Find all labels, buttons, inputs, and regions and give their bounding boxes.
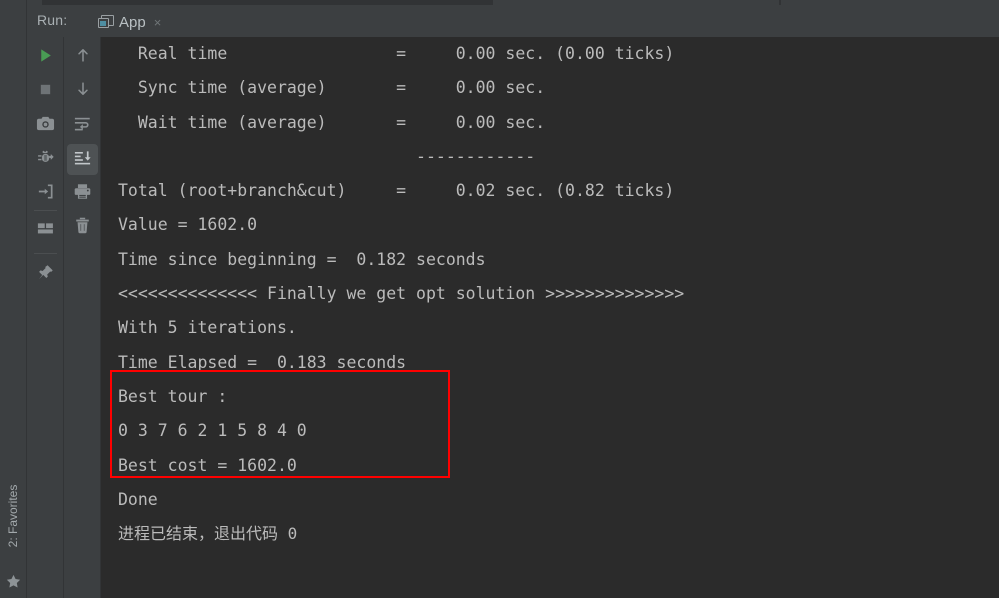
console-line: ------------ [118, 146, 536, 166]
import-button[interactable] [30, 178, 61, 209]
soft-wrap-button[interactable] [67, 110, 98, 141]
camera-icon [36, 114, 55, 138]
scroll-to-end-button[interactable] [67, 144, 98, 175]
console-line: <<<<<<<<<<<<<< Finally we get opt soluti… [118, 284, 685, 304]
console-line: Best cost = 1602.0 [118, 455, 297, 475]
scroll-to-end-icon [73, 148, 92, 172]
pin-icon [36, 263, 55, 287]
arrow-into-box-icon [36, 182, 55, 206]
left-tool-window-stripe: 2: Favorites [0, 0, 27, 598]
console-line: Real time = 0.00 sec. (0.00 ticks) [118, 44, 675, 63]
run-label: Run: [37, 12, 68, 28]
console-line: Value = 1602.0 [118, 215, 258, 235]
console-line: Wait time (average) = 0.00 sec. [118, 112, 546, 132]
console-text-container: Real time = 0.00 sec. (0.00 ticks) Sync … [118, 37, 998, 551]
arrow-down-icon [74, 80, 92, 103]
print-button[interactable] [67, 178, 98, 209]
bug-arrow-icon [36, 148, 55, 172]
panels-icon [36, 219, 55, 243]
stop-button[interactable] [30, 76, 61, 107]
favorites-label: 2: Favorites [6, 484, 20, 548]
screenshot-button[interactable] [30, 110, 61, 141]
arrow-up-icon [74, 46, 92, 69]
toolbar-divider-1 [34, 210, 57, 211]
tab-app-label: App [119, 13, 146, 31]
clear-all-button[interactable] [67, 212, 98, 243]
debug-attach-button[interactable] [30, 144, 61, 175]
down-the-stack-button[interactable] [67, 76, 98, 107]
play-icon [37, 47, 54, 69]
console-line: Total (root+branch&cut) = 0.02 sec. (0.8… [118, 181, 675, 201]
console-output-panel[interactable]: Real time = 0.00 sec. (0.00 ticks) Sync … [101, 37, 999, 598]
console-line: Done [118, 489, 158, 509]
console-line: Sync time (average) = 0.00 sec. [118, 78, 546, 98]
console-line: Time since beginning = 0.182 seconds [118, 249, 486, 269]
close-icon[interactable]: × [154, 16, 162, 29]
toolbar-divider-2 [34, 253, 57, 254]
stop-square-icon [38, 82, 53, 102]
run-toolbar-secondary [64, 37, 101, 598]
tab-app[interactable]: App × [91, 7, 167, 37]
ide-run-tool-window: 2: Favorites Run: App × Real time = 0.00… [0, 0, 999, 598]
up-the-stack-button[interactable] [67, 42, 98, 73]
console-line: 0 3 7 6 2 1 5 8 4 0 [118, 421, 307, 441]
run-toolbar-primary [27, 37, 64, 598]
console-line: Best tour : [118, 386, 228, 406]
run-configuration-icon [97, 14, 114, 30]
run-tab-header: Run: App × [27, 5, 999, 41]
sidebar-item-favorites[interactable]: 2: Favorites [0, 470, 26, 562]
printer-icon [73, 182, 92, 206]
star-icon[interactable] [5, 573, 22, 590]
layout-button[interactable] [30, 215, 61, 246]
console-line-exit-code: 进程已结束，退出代码 0 [118, 524, 298, 544]
trash-icon [73, 216, 92, 240]
pin-tab-button[interactable] [30, 259, 61, 290]
rerun-button[interactable] [30, 42, 61, 73]
soft-wrap-icon [73, 114, 92, 138]
console-line: With 5 iterations. [118, 318, 297, 338]
console-line: Time Elapsed = 0.183 seconds [118, 352, 407, 372]
